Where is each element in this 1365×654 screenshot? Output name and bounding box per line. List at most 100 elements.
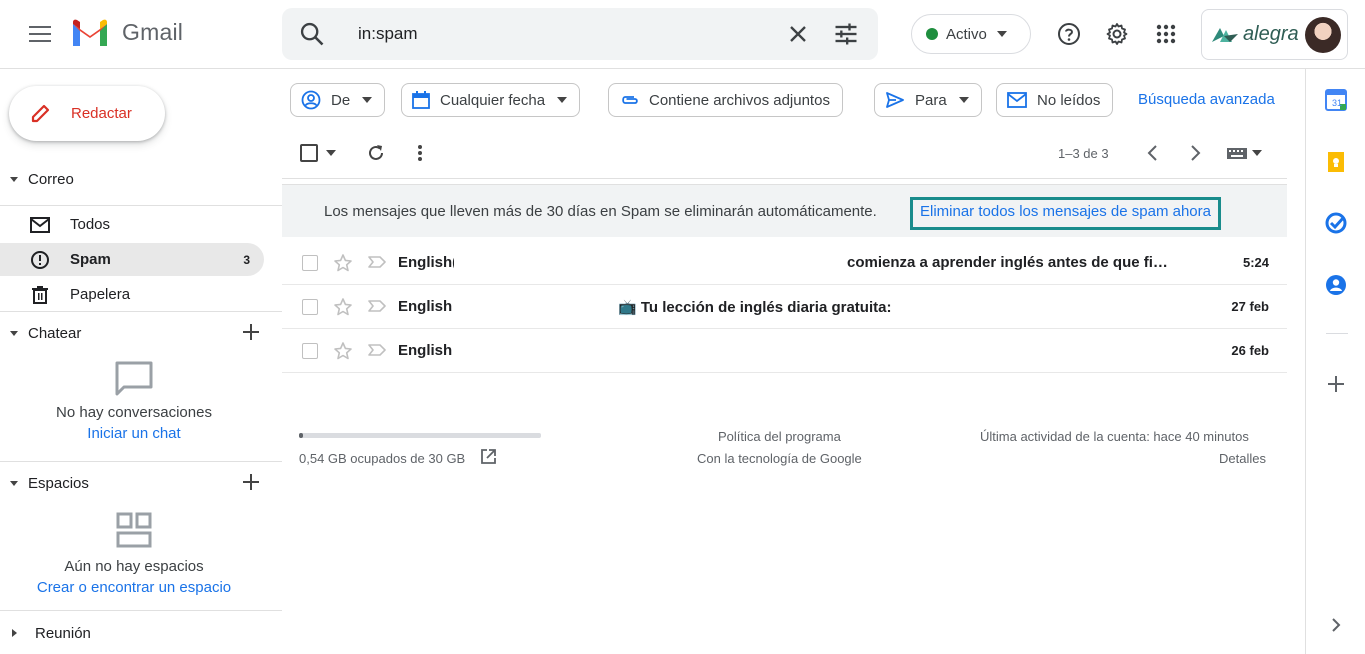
input-tools-button[interactable] — [1226, 140, 1262, 166]
help-icon — [1058, 23, 1080, 45]
importance-marker-icon[interactable] — [368, 343, 386, 357]
email-row[interactable]: English( comienza a aprender inglés ante… — [282, 241, 1287, 285]
status-selector[interactable]: Activo — [911, 14, 1031, 54]
spaces-grid-icon — [0, 512, 268, 548]
help-button[interactable] — [1049, 14, 1089, 54]
divider — [0, 461, 282, 462]
row-checkbox[interactable] — [302, 299, 318, 315]
pencil-icon — [29, 103, 51, 125]
divider — [1326, 333, 1348, 334]
details-link[interactable]: Detalles — [1219, 451, 1266, 466]
tasks-app-icon[interactable] — [1325, 212, 1347, 234]
star-icon[interactable] — [333, 341, 353, 361]
program-policy-link[interactable]: Política del programa — [718, 429, 841, 444]
avatar[interactable] — [1305, 17, 1341, 53]
select-all-control[interactable] — [300, 140, 336, 166]
chevron-left-icon — [1147, 145, 1157, 161]
spaces-section-header[interactable]: Espacios — [0, 468, 282, 498]
email-subject: 📺 Tu lección de inglés diaria gratuita: — [618, 299, 892, 316]
refresh-button[interactable] — [366, 140, 386, 166]
contacts-app-icon[interactable] — [1325, 274, 1347, 296]
keep-app-icon[interactable] — [1325, 151, 1347, 173]
apps-button[interactable] — [1146, 14, 1186, 54]
chevron-right-icon[interactable] — [1325, 614, 1347, 636]
send-icon — [885, 91, 905, 109]
svg-text:31: 31 — [1332, 98, 1342, 108]
chip-label: Contiene archivos adjuntos — [649, 91, 830, 109]
chat-section-header[interactable]: Chatear — [0, 318, 282, 348]
sidebar-item-spam[interactable]: Spam 3 — [0, 243, 264, 276]
next-page-button[interactable] — [1190, 140, 1202, 166]
gear-icon — [1106, 23, 1128, 45]
open-external-icon[interactable] — [480, 448, 497, 465]
gmail-m-icon — [73, 19, 107, 46]
mail-section-header[interactable]: Correo — [0, 164, 282, 194]
main-menu-button[interactable] — [20, 14, 60, 54]
powered-by-google: Con la tecnología de Google — [697, 451, 862, 466]
find-space-link[interactable]: Crear o encontrar un espacio — [0, 579, 268, 596]
spaces-empty-state: Aún no hay espacios Crear o encontrar un… — [0, 512, 268, 596]
delete-all-spam-link[interactable]: Eliminar todos los mensajes de spam ahor… — [910, 197, 1221, 230]
person-circle-icon — [301, 90, 321, 110]
star-icon[interactable] — [333, 297, 353, 317]
status-label: Activo — [946, 25, 987, 43]
divider — [0, 311, 282, 312]
select-checkbox[interactable] — [300, 144, 318, 162]
filter-to-chip[interactable]: Para — [874, 83, 982, 117]
importance-marker-icon[interactable] — [368, 255, 386, 269]
keyboard-icon — [1227, 148, 1247, 159]
top-bar: Gmail Activo alegra — [0, 0, 1365, 69]
email-date: 5:24 — [1242, 255, 1269, 270]
chat-empty-state: No hay conversaciones Iniciar un chat — [0, 360, 268, 442]
importance-marker-icon[interactable] — [368, 299, 386, 313]
collapse-icon — [10, 176, 18, 182]
email-row[interactable]: English 26 feb — [282, 329, 1287, 373]
mail-unread-icon — [1007, 92, 1027, 108]
meeting-section-header[interactable]: Reunión — [0, 618, 282, 648]
filter-from-chip[interactable]: De — [290, 83, 386, 117]
apps-grid-icon — [1156, 24, 1176, 44]
search-input[interactable] — [358, 20, 758, 48]
new-space-plus-icon[interactable] — [242, 473, 260, 491]
email-row[interactable]: English 📺 Tu lección de inglés diaria gr… — [282, 285, 1287, 329]
spam-info-banner: Los mensajes que lleven más de 30 días e… — [282, 184, 1287, 237]
star-icon[interactable] — [333, 253, 353, 273]
email-sender: English( — [398, 254, 454, 271]
caret-down-icon — [557, 97, 568, 103]
chip-label: Cualquier fecha — [440, 91, 546, 109]
storage-progress-bar — [299, 433, 541, 438]
caret-down-icon — [958, 97, 969, 103]
side-panel-rail: 31 — [1305, 69, 1365, 654]
sidebar-item-papelera[interactable]: Papelera — [0, 278, 264, 311]
meeting-section-label: Reunión — [35, 624, 91, 642]
sidebar-item-label: Spam — [70, 251, 111, 268]
compose-button[interactable]: Redactar — [9, 86, 165, 141]
account-switcher[interactable]: alegra — [1201, 9, 1348, 60]
filter-date-chip[interactable]: Cualquier fecha — [401, 83, 581, 117]
sidebar-item-label: Papelera — [70, 286, 131, 303]
row-checkbox[interactable] — [302, 255, 318, 271]
prev-page-button[interactable] — [1146, 140, 1158, 166]
attachment-icon — [619, 93, 639, 107]
advanced-search-link[interactable]: Búsqueda avanzada — [1138, 91, 1275, 108]
filter-attachments-chip[interactable]: Contiene archivos adjuntos — [608, 83, 843, 117]
divider — [0, 205, 282, 206]
calendar-app-icon[interactable]: 31 — [1325, 89, 1347, 111]
divider — [282, 178, 1287, 179]
more-actions-button[interactable] — [417, 140, 423, 166]
spaces-empty-message: Aún no hay espacios — [64, 558, 204, 575]
clear-search-icon[interactable] — [784, 20, 812, 48]
new-chat-plus-icon[interactable] — [242, 323, 260, 341]
sidebar-item-label: Todos — [70, 216, 111, 233]
search-icon[interactable] — [298, 20, 326, 48]
gmail-logo[interactable]: Gmail — [70, 16, 183, 48]
add-app-plus-icon[interactable] — [1325, 373, 1347, 395]
filter-unread-chip[interactable]: No leídos — [996, 83, 1114, 117]
caret-down-icon[interactable] — [326, 150, 336, 156]
chat-bubble-icon — [0, 360, 268, 398]
search-options-icon[interactable] — [832, 20, 860, 48]
start-chat-link[interactable]: Iniciar un chat — [0, 425, 268, 442]
settings-button[interactable] — [1097, 14, 1137, 54]
sidebar-item-todos[interactable]: Todos — [0, 208, 264, 241]
row-checkbox[interactable] — [302, 343, 318, 359]
